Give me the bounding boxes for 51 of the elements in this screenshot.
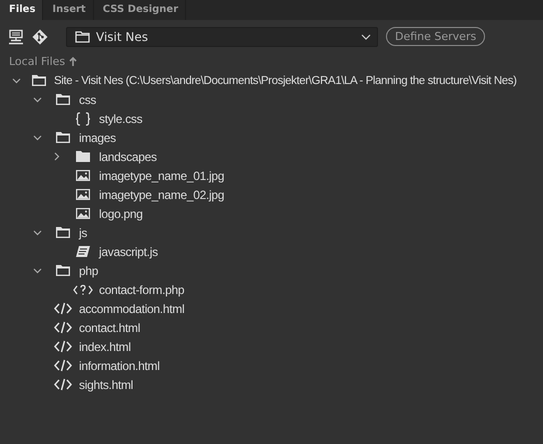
folder-icon: [31, 74, 47, 87]
code-icon: [54, 359, 72, 372]
php-code-icon: [72, 284, 92, 296]
folder-name[interactable]: images: [79, 130, 116, 144]
folder-icon: [74, 150, 90, 163]
file-name[interactable]: style.css: [99, 112, 142, 126]
folder-name[interactable]: js: [79, 226, 88, 240]
folder-icon: [75, 30, 90, 42]
chevron-down-icon[interactable]: [32, 134, 42, 140]
file-name[interactable]: contact.html: [79, 320, 140, 334]
image-icon: [74, 169, 90, 182]
file-name[interactable]: information.html: [79, 358, 160, 372]
image-icon: [74, 207, 90, 220]
file-name[interactable]: imagetype_name_01.jpg: [99, 168, 224, 182]
file-name[interactable]: javascript.js: [99, 244, 158, 258]
chevron-down-icon[interactable]: [32, 96, 42, 102]
folder-name[interactable]: Site - Visit Nes (C:\Users\andre\Documents\Prosjekter\GRA1\LA - Planning the structure\Visit Nes): [54, 74, 516, 86]
up-arrow-icon[interactable]: [69, 56, 78, 66]
tab[interactable]: CSS Designer: [94, 0, 186, 20]
braces-icon: [74, 112, 90, 126]
chevron-down-icon[interactable]: [12, 78, 20, 84]
folder-icon: [54, 131, 70, 144]
code-icon: [54, 340, 72, 353]
file-name[interactable]: sights.html: [79, 378, 134, 392]
file-name[interactable]: accommodation.html: [79, 302, 184, 316]
file-name[interactable]: logo.png: [99, 206, 143, 220]
chevron-down-icon: [361, 34, 371, 40]
git-icon[interactable]: [32, 28, 48, 44]
code-icon: [54, 302, 72, 315]
chevron-down-icon[interactable]: [32, 268, 42, 274]
file-name[interactable]: contact-form.php: [99, 282, 184, 296]
code-icon: [54, 321, 72, 334]
folder-name[interactable]: php: [79, 264, 98, 278]
tab[interactable]: Files: [0, 0, 44, 20]
folder-name[interactable]: css: [79, 92, 96, 106]
folder-icon: [54, 264, 70, 277]
server-icon[interactable]: [8, 28, 24, 44]
file-name[interactable]: index.html: [79, 340, 131, 354]
file-name[interactable]: imagetype_name_02.jpg: [99, 188, 224, 202]
chevron-right-icon[interactable]: [54, 152, 60, 161]
folder-icon: [54, 226, 70, 239]
folder-icon: [54, 93, 70, 106]
site-dropdown[interactable]: Visit Nes: [66, 26, 378, 46]
view-label: Local Files: [9, 54, 66, 68]
define-servers-button[interactable]: Define Servers: [386, 27, 486, 46]
folder-name[interactable]: landscapes: [99, 150, 157, 164]
chevron-down-icon[interactable]: [32, 230, 42, 236]
scroll-icon: [74, 245, 90, 258]
image-icon: [74, 188, 90, 201]
tab[interactable]: Insert: [43, 0, 94, 20]
code-icon: [54, 378, 72, 391]
